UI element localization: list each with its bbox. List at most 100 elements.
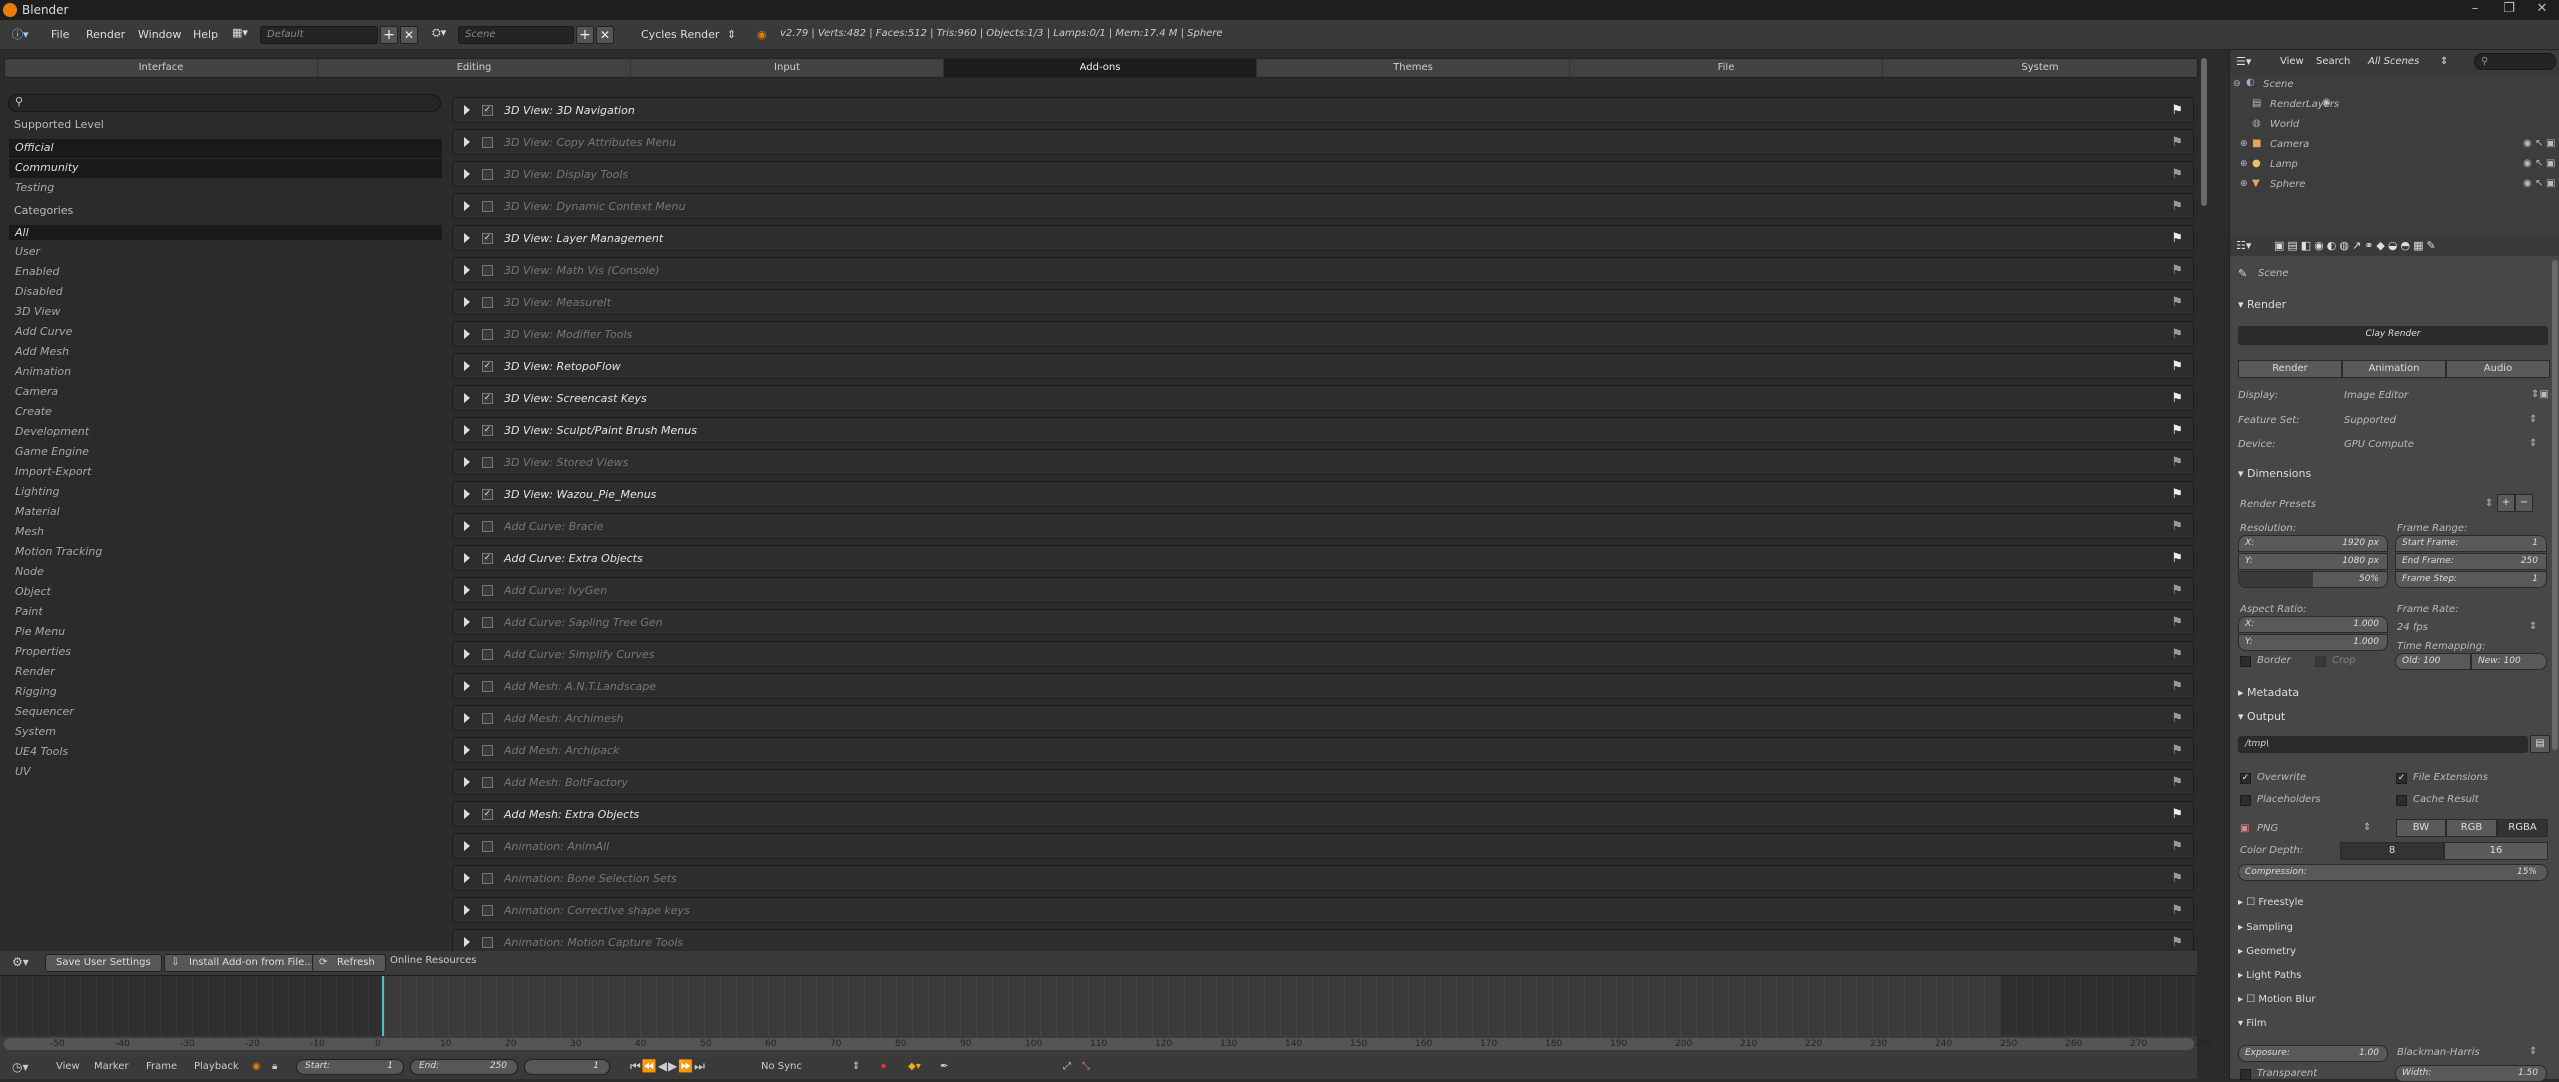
auto-keying-icon[interactable]: ⏺ bbox=[881, 1061, 886, 1072]
frame-step-prop[interactable]: Frame Step: 1 bbox=[2395, 571, 2547, 588]
category-item[interactable]: Rigging bbox=[15, 685, 57, 698]
timeline-menu-view[interactable]: View bbox=[56, 1061, 80, 1072]
expand-triangle-icon[interactable] bbox=[464, 841, 470, 851]
outliner-view-menu[interactable]: View bbox=[2280, 56, 2304, 67]
expand-triangle-icon[interactable] bbox=[464, 361, 470, 371]
expand-triangle-icon[interactable] bbox=[464, 873, 470, 883]
overwrite-checkbox[interactable]: ✓ bbox=[2240, 773, 2251, 784]
file-extensions-checkbox[interactable]: ✓ bbox=[2396, 773, 2407, 784]
category-item[interactable]: Create bbox=[15, 405, 52, 418]
render-camera-icon[interactable]: ▣ bbox=[2546, 158, 2555, 169]
addon-enable-checkbox[interactable] bbox=[482, 713, 493, 724]
category-item[interactable]: All bbox=[9, 225, 442, 240]
category-item[interactable]: Disabled bbox=[15, 285, 63, 298]
feature-set-select[interactable]: Supported bbox=[2344, 415, 2396, 426]
outliner-row-scene[interactable]: ⊖ ◐ Scene bbox=[2230, 76, 2550, 96]
addon-enable-checkbox[interactable] bbox=[482, 201, 493, 212]
timeline-editor[interactable]: -50 -40 -30 -20 -10 0 10 20 30 40 50 60 70 80 90 100 110… bbox=[0, 975, 2212, 1057]
expand-triangle-icon[interactable] bbox=[464, 489, 470, 499]
category-item[interactable]: System bbox=[15, 725, 56, 738]
properties-scrollbar[interactable] bbox=[2552, 260, 2558, 750]
end-frame-prop[interactable]: End Frame: 250 bbox=[2395, 553, 2547, 570]
addon-row[interactable]: 3D View: Stored Views ⚑ bbox=[452, 449, 2194, 475]
expand-triangle-icon[interactable] bbox=[464, 745, 470, 755]
category-item[interactable]: Import-Export bbox=[15, 465, 91, 478]
addon-row[interactable]: ✓ 3D View: 3D Navigation ⚑ bbox=[452, 97, 2194, 123]
color-rgba-button[interactable]: RGBA bbox=[2497, 819, 2548, 837]
addon-row[interactable]: Add Curve: IvyGen ⚑ bbox=[452, 577, 2194, 603]
start-frame-prop[interactable]: Start Frame: 1 bbox=[2395, 535, 2547, 552]
record-sync-icon[interactable]: ◉ bbox=[252, 1061, 261, 1072]
pixel-filter-select[interactable]: Blackman-Harris bbox=[2397, 1047, 2480, 1058]
tab-addons[interactable]: Add-ons bbox=[944, 59, 1257, 77]
add-layout-button[interactable]: + bbox=[380, 26, 398, 44]
addon-search-input[interactable]: ⚲ bbox=[8, 94, 441, 112]
expand-triangle-icon[interactable] bbox=[464, 105, 470, 115]
category-item[interactable]: UE4 Tools bbox=[15, 745, 68, 758]
start-frame-field[interactable]: Start: 1 bbox=[296, 1059, 404, 1075]
select-arrow-icon[interactable]: ↖ bbox=[2535, 178, 2543, 189]
scene-field[interactable]: Scene bbox=[458, 26, 574, 44]
addon-enable-checkbox[interactable] bbox=[482, 585, 493, 596]
time-remap-old[interactable]: Old: 100 bbox=[2395, 653, 2471, 670]
add-scene-button[interactable]: + bbox=[576, 26, 594, 44]
select-arrow-icon[interactable]: ↖ bbox=[2535, 138, 2543, 149]
aspect-x-field[interactable]: X: 1.000 bbox=[2238, 616, 2388, 633]
outliner-row-sphere[interactable]: ⊕ ▼ Sphere ◉ ↖ ▣ bbox=[2230, 176, 2555, 196]
render-camera-icon[interactable]: ▣ bbox=[2546, 138, 2555, 149]
tab-system[interactable]: System bbox=[1883, 59, 2197, 77]
expand-triangle-icon[interactable] bbox=[464, 329, 470, 339]
outliner-search-input[interactable]: ⚲ bbox=[2474, 53, 2556, 70]
tab-themes[interactable]: Themes bbox=[1257, 59, 1570, 77]
timeline-menu-frame[interactable]: Frame bbox=[146, 1061, 177, 1072]
layout-icon[interactable]: ▦▾ bbox=[232, 26, 248, 39]
metadata-panel-header[interactable]: ▸ Metadata bbox=[2238, 686, 2299, 699]
minimize-icon[interactable]: – bbox=[2458, 1, 2492, 19]
remove-layout-button[interactable]: ✕ bbox=[400, 26, 418, 44]
layout-field[interactable]: Default bbox=[260, 26, 378, 44]
addon-enable-checkbox[interactable] bbox=[482, 265, 493, 276]
color-rgb-button[interactable]: RGB bbox=[2446, 819, 2497, 837]
addon-enable-checkbox[interactable] bbox=[482, 169, 493, 180]
sync-mode-select[interactable]: No Sync bbox=[761, 1061, 802, 1072]
collapse-icon[interactable]: ⊖ bbox=[2233, 79, 2241, 89]
addon-enable-checkbox[interactable] bbox=[482, 521, 493, 532]
close-icon[interactable]: ✕ bbox=[2525, 1, 2559, 19]
expand-triangle-icon[interactable] bbox=[464, 521, 470, 531]
timeline-grid[interactable] bbox=[0, 976, 2197, 1036]
addon-enable-checkbox[interactable] bbox=[482, 137, 493, 148]
keyframe-icon[interactable]: ◆▾ bbox=[908, 1061, 921, 1072]
addon-row[interactable]: 3D View: Dynamic Context Menu ⚑ bbox=[452, 193, 2194, 219]
render-panel-header[interactable]: ▾ Render bbox=[2238, 298, 2286, 311]
category-item[interactable]: UV bbox=[15, 765, 31, 778]
maximize-icon[interactable]: ❐ bbox=[2492, 1, 2526, 19]
expand-icon[interactable]: ⊕ bbox=[2240, 159, 2248, 169]
addon-row[interactable]: Add Curve: Sapling Tree Gen ⚑ bbox=[452, 609, 2194, 635]
level-official[interactable]: Official bbox=[9, 139, 442, 158]
addon-row[interactable]: 3D View: Copy Attributes Menu ⚑ bbox=[452, 129, 2194, 155]
compression-slider[interactable]: Compression: 15% bbox=[2238, 864, 2548, 881]
addon-enable-checkbox[interactable] bbox=[482, 745, 493, 756]
addon-row[interactable]: ✓ 3D View: Screencast Keys ⚑ bbox=[452, 385, 2194, 411]
prefs-editor-icon[interactable]: ⚙▾ bbox=[12, 955, 29, 969]
category-item[interactable]: Development bbox=[15, 425, 89, 438]
remove-preset-button[interactable]: − bbox=[2515, 494, 2533, 512]
addon-enable-checkbox[interactable] bbox=[482, 457, 493, 468]
tab-interface[interactable]: Interface bbox=[5, 59, 318, 77]
clay-render-field[interactable]: Clay Render bbox=[2238, 326, 2548, 345]
save-user-settings-button[interactable]: Save User Settings bbox=[45, 954, 162, 972]
visibility-eye-icon[interactable]: ◉ bbox=[2523, 158, 2532, 169]
addon-enable-checkbox[interactable] bbox=[482, 873, 493, 884]
addon-enable-checkbox[interactable] bbox=[482, 937, 493, 948]
addon-enable-checkbox[interactable]: ✓ bbox=[482, 425, 493, 436]
expand-triangle-icon[interactable] bbox=[464, 201, 470, 211]
geometry-panel-header[interactable]: ▸ Geometry bbox=[2238, 946, 2296, 957]
category-item[interactable]: Mesh bbox=[15, 525, 44, 538]
expand-triangle-icon[interactable] bbox=[464, 265, 470, 275]
addon-enable-checkbox[interactable] bbox=[482, 777, 493, 788]
lock-icon[interactable]: 🔒︎ bbox=[272, 1061, 277, 1072]
category-item[interactable]: Material bbox=[15, 505, 60, 518]
info-editor-icon[interactable]: ⓘ▾ bbox=[12, 26, 29, 42]
frame-rate-select[interactable]: 24 fps bbox=[2397, 622, 2428, 633]
addon-row[interactable]: Animation: AnimAll ⚑ bbox=[452, 833, 2194, 859]
